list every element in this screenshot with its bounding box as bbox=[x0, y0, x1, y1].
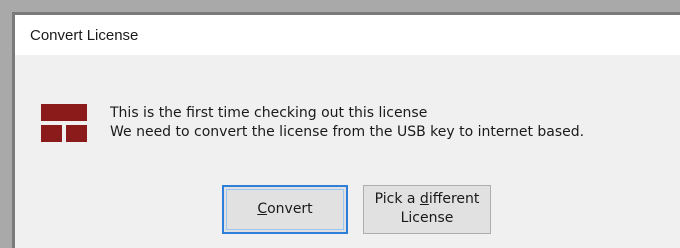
convert-button[interactable]: Convert bbox=[222, 185, 348, 234]
pick-button-line-1: Pick a different bbox=[364, 190, 490, 209]
dialog-message: This is the first time checking out this… bbox=[110, 104, 584, 142]
dialog-title: Convert License bbox=[30, 27, 139, 44]
pick-button-line-2: License bbox=[400, 210, 454, 226]
license-grid-icon bbox=[41, 104, 87, 142]
pick-button-prefix: Pick a bbox=[374, 191, 420, 207]
convert-button-label: onvert bbox=[267, 201, 313, 217]
message-line-2: We need to convert the license from the … bbox=[110, 124, 585, 140]
pick-different-license-button[interactable]: Pick a different License bbox=[363, 185, 491, 234]
convert-button-mnemonic: C bbox=[257, 201, 268, 217]
convert-license-dialog: Convert License This is the first time c… bbox=[12, 12, 680, 248]
license-grid-icon-bottom-left bbox=[41, 125, 62, 142]
message-line-1: This is the first time checking out this… bbox=[110, 105, 428, 121]
license-grid-icon-bottom-right bbox=[66, 125, 87, 142]
pick-button-rest: ifferent bbox=[428, 191, 480, 207]
pick-button-mnemonic: d bbox=[419, 191, 429, 207]
license-grid-icon-top bbox=[41, 104, 87, 121]
title-bar: Convert License bbox=[15, 15, 680, 55]
